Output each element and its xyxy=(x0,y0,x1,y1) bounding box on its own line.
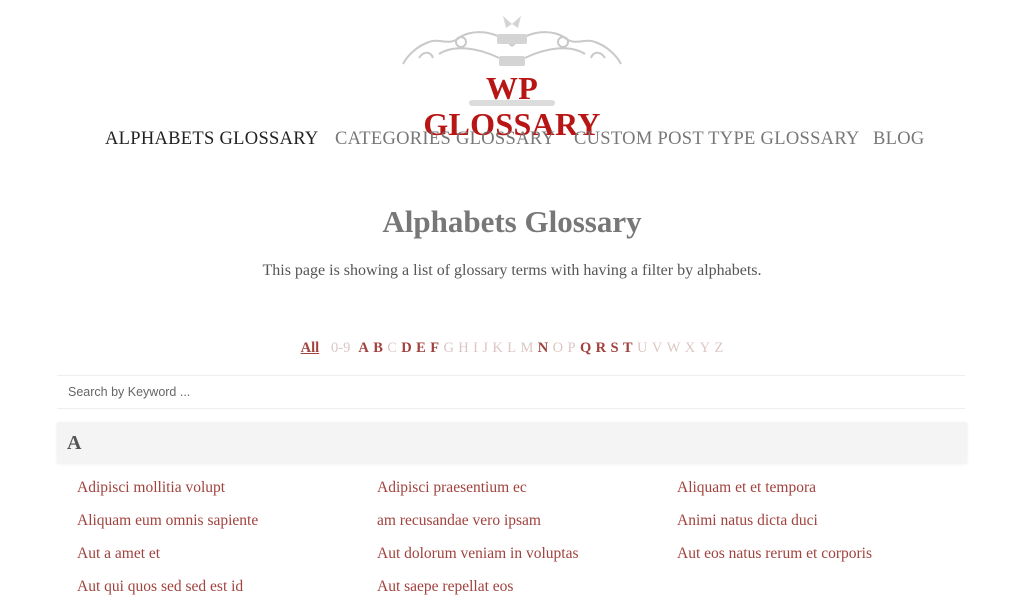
page-description: This page is showing a list of glossary … xyxy=(262,262,762,279)
glossary-term-link[interactable]: Aut dolorum veniam in voluptas xyxy=(377,543,578,565)
nav-blog[interactable]: BLOG xyxy=(873,127,925,151)
glossary-term-link[interactable]: Animi natus dicta duci xyxy=(677,510,818,532)
site-logo[interactable]: WP GLOSSARY xyxy=(399,8,625,142)
glossary-term-link[interactable]: Aut qui quos sed sed est id xyxy=(77,576,243,598)
filter-letter-t[interactable]: T xyxy=(623,339,633,357)
filter-letter-l[interactable]: L xyxy=(507,339,516,357)
filter-letter-y[interactable]: Y xyxy=(700,339,710,357)
main-nav: ALPHABETS GLOSSARY CATEGORIES GLOSSARY C… xyxy=(0,127,1024,151)
filter-letter-h[interactable]: H xyxy=(458,339,468,357)
filter-letter-w[interactable]: W xyxy=(667,339,681,357)
filter-letter-m[interactable]: M xyxy=(521,339,534,357)
filter-letter-c[interactable]: C xyxy=(387,339,397,357)
page-title: Alphabets Glossary xyxy=(382,204,642,239)
search-box xyxy=(57,375,987,409)
glossary-term-link[interactable]: Aut a amet et xyxy=(77,543,160,565)
filter-letter-v[interactable]: V xyxy=(652,339,662,357)
glossary-term-link[interactable]: Aliquam eum omnis sapiente xyxy=(77,510,258,532)
filter-letter-b[interactable]: B xyxy=(373,339,383,357)
filter-letter-n[interactable]: N xyxy=(538,339,548,357)
filter-letter-s[interactable]: S xyxy=(610,339,618,357)
filter-all[interactable]: All xyxy=(301,339,320,357)
filter-letter-e[interactable]: E xyxy=(416,339,426,357)
glossary-term-link[interactable]: Aut eos natus rerum et corporis xyxy=(677,543,872,565)
nav-custom-post-type-glossary[interactable]: CUSTOM POST TYPE GLOSSARY xyxy=(574,127,860,151)
section-letter: A xyxy=(67,432,82,454)
filter-letter-x[interactable]: X xyxy=(685,339,695,357)
glossary-term-link[interactable]: Adipisci mollitia volupt xyxy=(77,477,225,499)
filter-letter-u[interactable]: U xyxy=(637,339,647,357)
filter-letter-f[interactable]: F xyxy=(430,339,439,357)
filter-letter-r[interactable]: R xyxy=(596,339,606,357)
glossary-term-link[interactable]: Aut saepe repellat eos xyxy=(377,576,513,598)
filter-letter-i[interactable]: I xyxy=(473,339,478,357)
filter-0-9[interactable]: 0-9 xyxy=(331,339,350,357)
filter-letter-g[interactable]: G xyxy=(443,339,453,357)
search-input[interactable] xyxy=(57,376,987,408)
filter-letter-d[interactable]: D xyxy=(401,339,411,357)
filter-letter-o[interactable]: O xyxy=(553,339,563,357)
filter-letter-p[interactable]: P xyxy=(568,339,576,357)
glossary-term-link[interactable]: Adipisci praesentium ec xyxy=(377,477,527,499)
filter-letter-q[interactable]: Q xyxy=(580,339,591,357)
alphabet-filter: All 0-9 ABCDEFGHIJKLMNOPQRSTUVWXYZ xyxy=(0,339,1024,357)
glossary-term-link[interactable]: am recusandae vero ipsam xyxy=(377,510,541,532)
filter-letter-j[interactable]: J xyxy=(482,339,488,357)
glossary-term-link[interactable]: Aliquam et et tempora xyxy=(677,477,816,499)
filter-letter-a[interactable]: A xyxy=(358,339,368,357)
nav-categories-glossary[interactable]: CATEGORIES GLOSSARY xyxy=(335,127,555,151)
filter-letter-k[interactable]: K xyxy=(492,339,502,357)
filter-letter-z[interactable]: Z xyxy=(714,339,723,357)
nav-alphabets-glossary[interactable]: ALPHABETS GLOSSARY xyxy=(105,127,319,151)
letter-section-header: A xyxy=(57,422,967,463)
